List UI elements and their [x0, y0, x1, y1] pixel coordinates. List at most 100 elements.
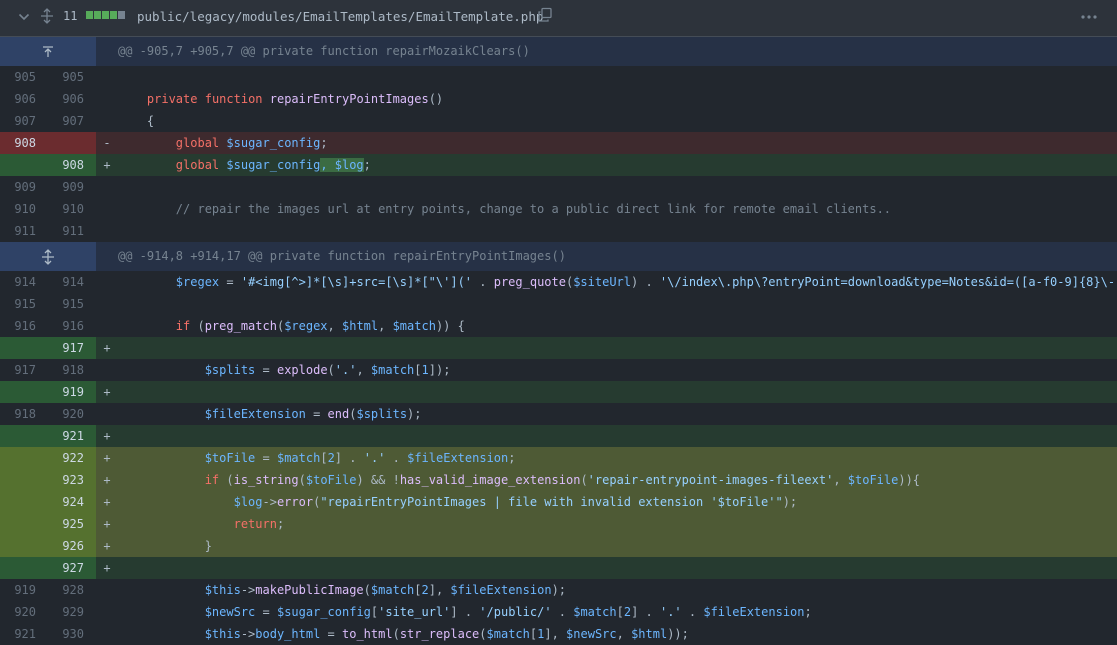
old-line-number[interactable]: [0, 337, 48, 359]
expand-up-icon[interactable]: [40, 44, 56, 60]
punct: ]: [334, 451, 343, 465]
diff-line: 905 905: [0, 66, 1117, 88]
expand-both-icon[interactable]: [40, 248, 56, 265]
new-line-number[interactable]: 914: [48, 271, 96, 293]
old-line-number[interactable]: 908: [0, 132, 48, 154]
diff-sign: +: [103, 473, 111, 487]
old-line-number[interactable]: 907: [0, 110, 48, 132]
new-line-number[interactable]: 920: [48, 403, 96, 425]
variable: $match: [573, 605, 617, 619]
new-line-number[interactable]: 929: [48, 601, 96, 623]
string: '\/index\.php\?entryPoint=download&type=…: [659, 275, 1117, 289]
old-line-number[interactable]: 915: [0, 293, 48, 315]
new-line-number[interactable]: 911: [48, 220, 96, 242]
punct: ,: [616, 627, 632, 641]
old-line-number[interactable]: 920: [0, 601, 48, 623]
new-line-number[interactable]: 930: [48, 623, 96, 645]
new-line-number[interactable]: 917: [48, 337, 96, 359]
old-line-number[interactable]: 921: [0, 623, 48, 645]
old-line-number[interactable]: 918: [0, 403, 48, 425]
new-line-number[interactable]: 923: [48, 469, 96, 491]
diff-line: 909 909: [0, 176, 1117, 198]
new-line-number[interactable]: 928: [48, 579, 96, 601]
old-line-number[interactable]: 909: [0, 176, 48, 198]
punct: ->: [240, 627, 256, 641]
hunk-header: @@ -914,8 +914,17 @@ private function re…: [0, 242, 1117, 271]
old-line-number[interactable]: [0, 447, 48, 469]
variable: $regex: [175, 275, 220, 289]
new-line-number[interactable]: 924: [48, 491, 96, 513]
old-line-number[interactable]: 910: [0, 198, 48, 220]
new-line-number[interactable]: 907: [48, 110, 96, 132]
diff-sign: -: [103, 136, 111, 150]
new-line-number[interactable]: 922: [48, 447, 96, 469]
old-line-number[interactable]: [0, 469, 48, 491]
function-name: makePublicImage: [255, 583, 364, 597]
punct: [: [414, 363, 422, 377]
variable: $this: [204, 627, 241, 641]
variable: $newSrc: [566, 627, 617, 641]
new-line-number[interactable]: 910: [48, 198, 96, 220]
new-line-number[interactable]: 916: [48, 315, 96, 337]
punct: ]: [450, 605, 458, 619]
diffstat-bar: [86, 11, 125, 19]
old-line-number[interactable]: [0, 491, 48, 513]
variable: $sugar_config: [226, 136, 321, 150]
more-options-icon[interactable]: [1080, 14, 1098, 20]
diff-sign: +: [103, 341, 111, 355]
variable: $html: [342, 319, 379, 333]
string: '.': [363, 451, 386, 465]
new-line-number[interactable]: 921: [48, 425, 96, 447]
string: "repairEntryPointImages | file with inva…: [320, 495, 783, 509]
new-line-number[interactable]: 915: [48, 293, 96, 315]
new-line-number[interactable]: 905: [48, 66, 96, 88]
unfold-icon[interactable]: [39, 8, 55, 24]
old-line-number[interactable]: [0, 425, 48, 447]
new-line-number[interactable]: 909: [48, 176, 96, 198]
code-line: $splits = explode('.', $match[1]);: [118, 359, 1117, 381]
old-line-number[interactable]: [0, 557, 48, 579]
old-line-number[interactable]: 917: [0, 359, 48, 381]
diff-line-added: 924 + $log->error("repairEntryPointImage…: [0, 491, 1117, 513]
copy-icon[interactable]: [537, 7, 553, 23]
old-line-number[interactable]: [0, 381, 48, 403]
diff-line: 911 911: [0, 220, 1117, 242]
code-line: $fileExtension = end($splits);: [118, 403, 1117, 425]
new-line-number[interactable]: 919: [48, 381, 96, 403]
new-line-number[interactable]: 918: [48, 359, 96, 381]
old-line-number[interactable]: 916: [0, 315, 48, 337]
old-line-number[interactable]: 919: [0, 579, 48, 601]
keyword: if: [204, 473, 220, 487]
string: 'site_url': [378, 605, 451, 619]
punct: (: [219, 473, 234, 487]
expand-up-button[interactable]: [0, 37, 96, 66]
old-line-number[interactable]: [0, 513, 48, 535]
old-line-number[interactable]: [0, 535, 48, 557]
new-line-number[interactable]: 927: [48, 557, 96, 579]
punct: .: [385, 451, 408, 465]
old-line-number[interactable]: 905: [0, 66, 48, 88]
punct: (: [392, 627, 400, 641]
file-path[interactable]: public/legacy/modules/EmailTemplates/Ema…: [137, 9, 543, 24]
diffstat-block: [118, 11, 125, 19]
punct: .: [472, 275, 494, 289]
variable: $match: [370, 363, 415, 377]
diff-line: 920 929 $newSrc = $sugar_config ['site_url…: [0, 601, 1117, 623]
expand-up-button[interactable]: [0, 242, 96, 271]
new-line-number[interactable]: 925: [48, 513, 96, 535]
old-line-number[interactable]: 914: [0, 271, 48, 293]
new-line-number[interactable]: 908: [48, 154, 96, 176]
punct: {: [146, 114, 155, 128]
new-line-number[interactable]: 906: [48, 88, 96, 110]
old-line-number[interactable]: 906: [0, 88, 48, 110]
punct: ;: [276, 517, 285, 531]
old-line-number[interactable]: [0, 154, 48, 176]
chevron-down-icon[interactable]: [16, 9, 32, 25]
old-line-number[interactable]: 911: [0, 220, 48, 242]
diff-line-added: 927 +: [0, 557, 1117, 579]
new-line-number[interactable]: [48, 132, 96, 154]
variable: $newSrc: [204, 605, 256, 619]
new-line-number[interactable]: 926: [48, 535, 96, 557]
